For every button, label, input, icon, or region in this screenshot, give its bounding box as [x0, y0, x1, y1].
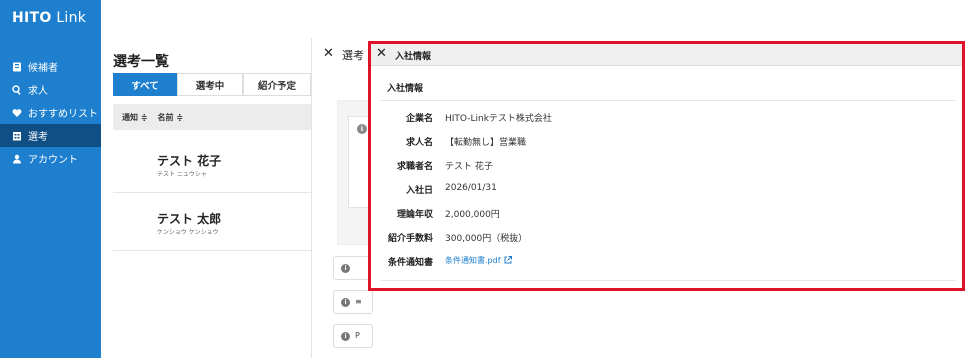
calendar-icon — [12, 131, 22, 141]
field-value: HITO-Linkテスト株式会社 — [445, 114, 552, 124]
field-value: 【転勤無し】営業職 — [445, 138, 527, 148]
candidate-name: テスト 花子 — [157, 154, 222, 168]
sidebar-item-recommend[interactable]: おすすめリスト — [0, 101, 101, 124]
field-label: 企業名 — [405, 114, 433, 124]
field-hire-date: 入社日 2026/01/31 — [371, 181, 962, 197]
sidebar-item-label: おすすめリスト — [28, 109, 98, 120]
field-value: 2,000,000円 — [445, 210, 500, 220]
id-card-icon — [12, 62, 22, 72]
page-title: 選考一覧 — [113, 54, 169, 70]
field-label: 紹介手数料 — [387, 234, 433, 244]
action-card-label: P — [355, 331, 360, 340]
sidebar-item-label: 選考 — [28, 132, 48, 143]
info-icon: i — [341, 298, 350, 307]
sidebar-item-candidates[interactable]: 候補者 — [0, 55, 101, 78]
condition-notice-link[interactable]: 条件通知書.pdf — [445, 256, 501, 265]
field-candidate: 求職者名 テスト 花子 — [371, 157, 962, 173]
field-label: 求職者名 — [396, 162, 433, 172]
modal-header: ✕ 入社情報 — [371, 44, 962, 66]
section-title: 入社情報 — [387, 84, 424, 94]
field-salary: 理論年収 2,000,000円 — [371, 205, 962, 221]
field-condition-notice: 条件通知書 条件通知書.pdf — [371, 253, 962, 269]
detail-action-card[interactable]: i ≡ — [333, 290, 373, 314]
sidebar-item-selection[interactable]: 選考 — [0, 124, 101, 147]
search-icon — [12, 84, 22, 95]
hire-info-modal: ✕ 入社情報 入社情報 企業名 HITO-Linkテスト株式会社 求人名 【転勤… — [368, 41, 965, 291]
heart-icon — [12, 108, 22, 118]
detail-action-card[interactable]: i — [333, 256, 373, 280]
tab-in-progress[interactable]: 選考中 — [177, 73, 243, 96]
tab-planned[interactable]: 紹介予定 — [243, 73, 311, 96]
tab-all[interactable]: すべて — [113, 73, 177, 96]
detail-action-card[interactable]: i P — [333, 324, 373, 348]
detail-title: 選考 — [342, 49, 364, 62]
candidate-name: テスト 太郎 — [157, 212, 222, 226]
filter-tabs: すべて 選考中 紹介予定 — [113, 73, 311, 96]
field-company: 企業名 HITO-Linkテスト株式会社 — [371, 109, 962, 125]
sidebar-item-account[interactable]: アカウント — [0, 147, 101, 170]
field-label: 理論年収 — [396, 210, 433, 220]
detail-close-icon[interactable]: ✕ — [323, 46, 334, 61]
info-icon: i — [341, 332, 350, 341]
selection-list-panel: 選考一覧 すべて 選考中 紹介予定 通知 ≑ 名前 ≑ テスト 花子 テスト ニ… — [101, 38, 311, 358]
field-job: 求人名 【転勤無し】営業職 — [371, 133, 962, 149]
modal-title: 入社情報 — [395, 52, 432, 62]
sidebar-item-jobs[interactable]: 求人 — [0, 78, 101, 101]
field-label: 入社日 — [405, 186, 433, 196]
field-label: 求人名 — [405, 138, 433, 148]
action-card-label: ≡ — [355, 297, 362, 306]
table-row[interactable]: テスト 花子 テスト ニュウシャ — [113, 136, 311, 193]
info-icon: i — [341, 264, 350, 273]
column-notification[interactable]: 通知 ≑ — [122, 112, 148, 123]
divider — [381, 280, 956, 281]
sidebar-item-label: 候補者 — [28, 63, 58, 74]
field-value: 条件通知書.pdf — [445, 255, 512, 266]
logo-sub: Link — [51, 10, 87, 26]
divider — [381, 100, 956, 101]
info-icon: i — [357, 124, 367, 134]
candidate-kana: テスト ニュウシャ — [157, 171, 207, 178]
field-value: 2026/01/31 — [445, 183, 497, 193]
field-referral-fee: 紹介手数料 300,000円（税抜） — [371, 229, 962, 245]
user-icon — [12, 154, 22, 164]
field-value: テスト 花子 — [445, 162, 493, 172]
sidebar-item-label: アカウント — [28, 155, 78, 166]
sidebar: HITO Link 候補者 求人 おすすめリスト 選考 アカウント — [0, 0, 101, 358]
column-name[interactable]: 名前 ≑ — [158, 112, 184, 123]
sidebar-item-label: 求人 — [28, 86, 48, 97]
logo-main: HITO — [12, 10, 52, 26]
app-root: HITO Link 候補者 求人 おすすめリスト 選考 アカウント 選考一覧 す… — [0, 0, 979, 358]
list-header: 通知 ≑ 名前 ≑ — [113, 104, 311, 130]
candidate-kana: ケンショウ ケンショウ — [157, 229, 219, 236]
field-value: 300,000円（税抜） — [445, 234, 528, 244]
top-bar — [101, 0, 979, 38]
field-label: 条件通知書 — [387, 258, 433, 268]
external-link-icon[interactable] — [504, 256, 512, 264]
close-icon[interactable]: ✕ — [376, 46, 387, 62]
sidebar-nav: 候補者 求人 おすすめリスト 選考 アカウント — [0, 55, 101, 170]
app-logo[interactable]: HITO Link — [12, 10, 86, 26]
table-row[interactable]: テスト 太郎 ケンショウ ケンショウ — [113, 194, 311, 251]
